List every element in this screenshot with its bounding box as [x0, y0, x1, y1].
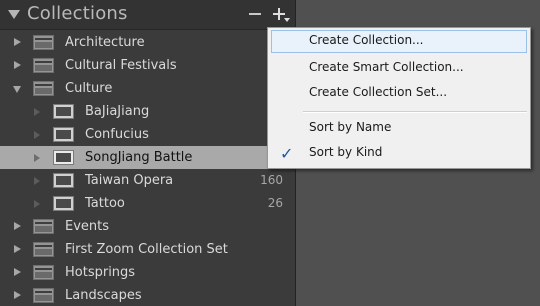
menu-item-create-collection[interactable]: Create Collection...	[271, 30, 527, 53]
checkmark-icon: ✓	[280, 144, 294, 163]
tree-row-label: Landscapes	[65, 288, 142, 303]
tree-row-label: Architecture	[65, 35, 145, 50]
collection-set-icon	[33, 219, 54, 234]
panel-title: Collections	[27, 3, 128, 24]
tree-row-label: First Zoom Collection Set	[65, 242, 228, 257]
tree-row-label: Tattoo	[85, 196, 125, 211]
collection-set-icon	[33, 58, 54, 73]
remove-collection-button[interactable]	[246, 4, 266, 24]
photo-count: 160	[260, 173, 283, 187]
add-collection-button[interactable]	[270, 4, 290, 24]
menu-item-label: Create Smart Collection...	[309, 60, 464, 74]
tree-row-label: Cultural Festivals	[65, 58, 177, 73]
tree-row-bajiajiang[interactable]: BaJiaJiang	[0, 100, 295, 123]
add-collection-menu: Create Collection... Create Smart Collec…	[267, 27, 531, 169]
tree-row-cultural-festivals[interactable]: Cultural Festivals	[0, 54, 295, 77]
disclosure-triangle-icon[interactable]	[14, 61, 21, 69]
tree-row-confucius[interactable]: Confucius 1	[0, 123, 295, 146]
tree-row-first-zoom-collection-set[interactable]: First Zoom Collection Set	[0, 238, 295, 261]
tree-row-label: Events	[65, 219, 110, 234]
collections-panel: Collections Architecture Cultural Festiv…	[0, 0, 296, 306]
collection-icon	[53, 104, 74, 119]
tree-row-songjiang-battle[interactable]: SongJiang Battle	[0, 146, 295, 169]
menu-item-label: Sort by Kind	[309, 145, 383, 159]
tree-row-culture[interactable]: Culture	[0, 77, 295, 100]
menu-item-label: Create Collection...	[309, 33, 424, 47]
collection-marker-icon	[34, 154, 40, 162]
collection-marker-icon	[34, 108, 40, 116]
plus-dropdown-caret-icon	[284, 18, 290, 22]
disclosure-triangle-icon[interactable]	[14, 245, 21, 253]
tree-row-label: SongJiang Battle	[85, 150, 193, 165]
disclosure-triangle-icon[interactable]	[14, 38, 21, 46]
tree-row-label: Taiwan Opera	[85, 173, 174, 188]
collection-set-icon	[33, 35, 54, 50]
menu-item-create-collection-set[interactable]: Create Collection Set...	[271, 82, 527, 105]
collapse-triangle-icon[interactable]	[8, 10, 20, 19]
tree-row-taiwan-opera[interactable]: Taiwan Opera 160	[0, 169, 295, 192]
disclosure-triangle-icon[interactable]	[14, 291, 21, 299]
tree-row-label: Hotsprings	[65, 265, 136, 280]
tree-row-hotsprings[interactable]: Hotsprings	[0, 261, 295, 284]
disclosure-triangle-icon[interactable]	[14, 268, 21, 276]
disclosure-triangle-icon[interactable]	[14, 222, 21, 230]
tree-row-landscapes[interactable]: Landscapes	[0, 284, 295, 306]
menu-item-create-smart-collection[interactable]: Create Smart Collection...	[271, 57, 527, 80]
tree-row-tattoo[interactable]: Tattoo 26	[0, 192, 295, 215]
menu-item-label: Create Collection Set...	[309, 85, 448, 99]
menu-item-label: Sort by Name	[309, 120, 392, 134]
collection-marker-icon	[34, 131, 40, 139]
collections-panel-header[interactable]: Collections	[0, 0, 296, 30]
tree-row-label: Culture	[65, 81, 113, 96]
collection-marker-icon	[34, 200, 40, 208]
menu-separator	[303, 111, 527, 113]
tree-row-architecture[interactable]: Architecture	[0, 31, 295, 54]
photo-count: 26	[267, 196, 283, 210]
menu-item-sort-by-kind[interactable]: ✓ Sort by Kind	[271, 142, 527, 165]
tree-row-events[interactable]: Events	[0, 215, 295, 238]
collection-icon	[53, 150, 74, 165]
disclosure-triangle-open-icon[interactable]	[13, 86, 21, 93]
collection-set-icon	[33, 265, 54, 280]
menu-item-sort-by-name[interactable]: Sort by Name	[271, 117, 527, 140]
collection-set-icon	[33, 242, 54, 257]
collection-icon	[53, 173, 74, 188]
tree-row-label: Confucius	[85, 127, 149, 142]
collection-icon	[53, 196, 74, 211]
collection-set-icon	[33, 81, 54, 96]
collection-marker-icon	[34, 177, 40, 185]
tree-row-label: BaJiaJiang	[85, 104, 150, 119]
collection-icon	[53, 127, 74, 142]
collection-set-icon	[33, 288, 54, 303]
